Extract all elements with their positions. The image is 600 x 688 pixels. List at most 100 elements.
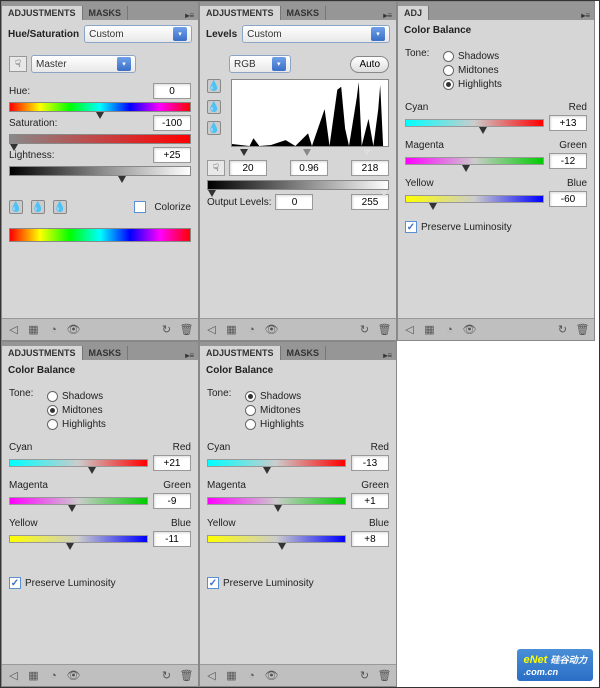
preserve-luminosity-checkbox[interactable]: ✓ [405, 221, 417, 233]
saturation-value[interactable]: -100 [153, 115, 191, 131]
tab-adjustments[interactable]: ADJUSTMENTS [200, 6, 281, 20]
cyan-red-slider[interactable] [405, 119, 544, 127]
clip-icon[interactable]: ◔ [244, 322, 259, 337]
tab-adjustments[interactable]: ADJ [398, 6, 429, 20]
visibility-icon[interactable]: 👁 [66, 322, 81, 337]
radio-midtones[interactable] [245, 405, 256, 416]
visibility-icon[interactable]: 👁 [264, 322, 279, 337]
hue-slider[interactable] [9, 102, 191, 112]
tab-masks[interactable]: MASKS [281, 6, 327, 20]
input-gamma-value[interactable]: 0.96 [290, 160, 328, 176]
preserve-luminosity-checkbox[interactable]: ✓ [207, 577, 219, 589]
targeted-adjustment-icon[interactable]: ☟ [207, 160, 225, 176]
radio-highlights[interactable] [245, 419, 256, 430]
gray-point-eyedropper[interactable]: 💧 [207, 100, 221, 114]
eyedropper-icon[interactable]: 💧 [9, 200, 23, 214]
tab-adjustments[interactable]: ADJUSTMENTS [2, 6, 83, 20]
expand-icon[interactable]: ▦ [224, 322, 239, 337]
cyan-red-value[interactable]: +21 [153, 455, 191, 471]
clip-icon[interactable]: ◔ [46, 668, 61, 683]
channel-select[interactable]: RGB▾ [229, 55, 291, 73]
reset-icon[interactable]: ↻ [159, 322, 174, 337]
magenta-green-slider[interactable] [207, 497, 346, 505]
input-white-value[interactable]: 218 [351, 160, 389, 176]
back-icon[interactable]: ◁ [204, 322, 219, 337]
tab-adjustments[interactable]: ADJUSTMENTS [200, 346, 281, 360]
radio-highlights[interactable] [443, 79, 454, 90]
yellow-blue-slider[interactable] [9, 535, 148, 543]
radio-midtones[interactable] [443, 65, 454, 76]
lightness-value[interactable]: +25 [153, 147, 191, 163]
panel-menu-icon[interactable]: ▸≡ [379, 11, 396, 20]
yellow-blue-slider[interactable] [207, 535, 346, 543]
output-gradient[interactable] [207, 180, 389, 190]
expand-icon[interactable]: ▦ [26, 322, 41, 337]
panel-menu-icon[interactable]: ▸≡ [577, 11, 594, 20]
back-icon[interactable]: ◁ [6, 668, 21, 683]
visibility-icon[interactable]: 👁 [462, 322, 477, 337]
yellow-blue-value[interactable]: -60 [549, 191, 587, 207]
reset-icon[interactable]: ↻ [357, 668, 372, 683]
yellow-blue-value[interactable]: -11 [153, 531, 191, 547]
magenta-green-value[interactable]: +1 [351, 493, 389, 509]
tab-adjustments[interactable]: ADJUSTMENTS [2, 346, 83, 360]
trash-icon[interactable]: 🗑 [179, 668, 194, 683]
panel-menu-icon[interactable]: ▸≡ [379, 351, 396, 360]
yellow-blue-value[interactable]: +8 [351, 531, 389, 547]
preserve-luminosity-checkbox[interactable]: ✓ [9, 577, 21, 589]
cyan-red-slider[interactable] [9, 459, 148, 467]
clip-icon[interactable]: ◔ [46, 322, 61, 337]
reset-icon[interactable]: ↻ [159, 668, 174, 683]
clip-icon[interactable]: ◔ [244, 668, 259, 683]
back-icon[interactable]: ◁ [402, 322, 417, 337]
back-icon[interactable]: ◁ [6, 322, 21, 337]
tab-masks[interactable]: MASKS [83, 6, 129, 20]
expand-icon[interactable]: ▦ [26, 668, 41, 683]
black-point-eyedropper[interactable]: 💧 [207, 79, 221, 93]
radio-midtones[interactable] [47, 405, 58, 416]
saturation-slider[interactable] [9, 134, 191, 144]
tab-masks[interactable]: MASKS [83, 346, 129, 360]
cyan-red-value[interactable]: +13 [549, 115, 587, 131]
preset-select[interactable]: Custom▾ [84, 25, 192, 43]
trash-icon[interactable]: 🗑 [377, 668, 392, 683]
lightness-slider[interactable] [9, 166, 191, 176]
input-black-value[interactable]: 20 [229, 160, 267, 176]
panel-menu-icon[interactable]: ▸≡ [181, 11, 198, 20]
cyan-red-slider[interactable] [207, 459, 346, 467]
magenta-green-value[interactable]: -12 [549, 153, 587, 169]
trash-icon[interactable]: 🗑 [575, 322, 590, 337]
clip-icon[interactable]: ◔ [442, 322, 457, 337]
color-strip [9, 228, 191, 242]
reset-icon[interactable]: ↻ [555, 322, 570, 337]
white-point-eyedropper[interactable]: 💧 [207, 121, 221, 135]
trash-icon[interactable]: 🗑 [179, 322, 194, 337]
visibility-icon[interactable]: 👁 [66, 668, 81, 683]
magenta-green-slider[interactable] [405, 157, 544, 165]
preset-select[interactable]: Custom▾ [242, 25, 390, 43]
colorize-checkbox[interactable] [134, 201, 146, 213]
targeted-adjustment-icon[interactable]: ☟ [9, 56, 27, 72]
panel-menu-icon[interactable]: ▸≡ [181, 351, 198, 360]
hue-value[interactable]: 0 [153, 83, 191, 99]
cyan-red-value[interactable]: -13 [351, 455, 389, 471]
magenta-green-slider[interactable] [9, 497, 148, 505]
visibility-icon[interactable]: 👁 [264, 668, 279, 683]
expand-icon[interactable]: ▦ [224, 668, 239, 683]
radio-shadows[interactable] [245, 391, 256, 402]
radio-shadows[interactable] [47, 391, 58, 402]
radio-shadows[interactable] [443, 51, 454, 62]
channel-select[interactable]: Master▾ [31, 55, 136, 73]
radio-highlights[interactable] [47, 419, 58, 430]
reset-icon[interactable]: ↻ [357, 322, 372, 337]
auto-button[interactable]: Auto [350, 56, 389, 73]
expand-icon[interactable]: ▦ [422, 322, 437, 337]
yellow-blue-slider[interactable] [405, 195, 544, 203]
magenta-green-value[interactable]: -9 [153, 493, 191, 509]
eyedropper-minus-icon[interactable]: 💧 [53, 200, 67, 214]
eyedropper-plus-icon[interactable]: 💧 [31, 200, 45, 214]
tab-masks[interactable]: MASKS [281, 346, 327, 360]
output-black-value[interactable]: 0 [275, 194, 313, 210]
trash-icon[interactable]: 🗑 [377, 322, 392, 337]
back-icon[interactable]: ◁ [204, 668, 219, 683]
